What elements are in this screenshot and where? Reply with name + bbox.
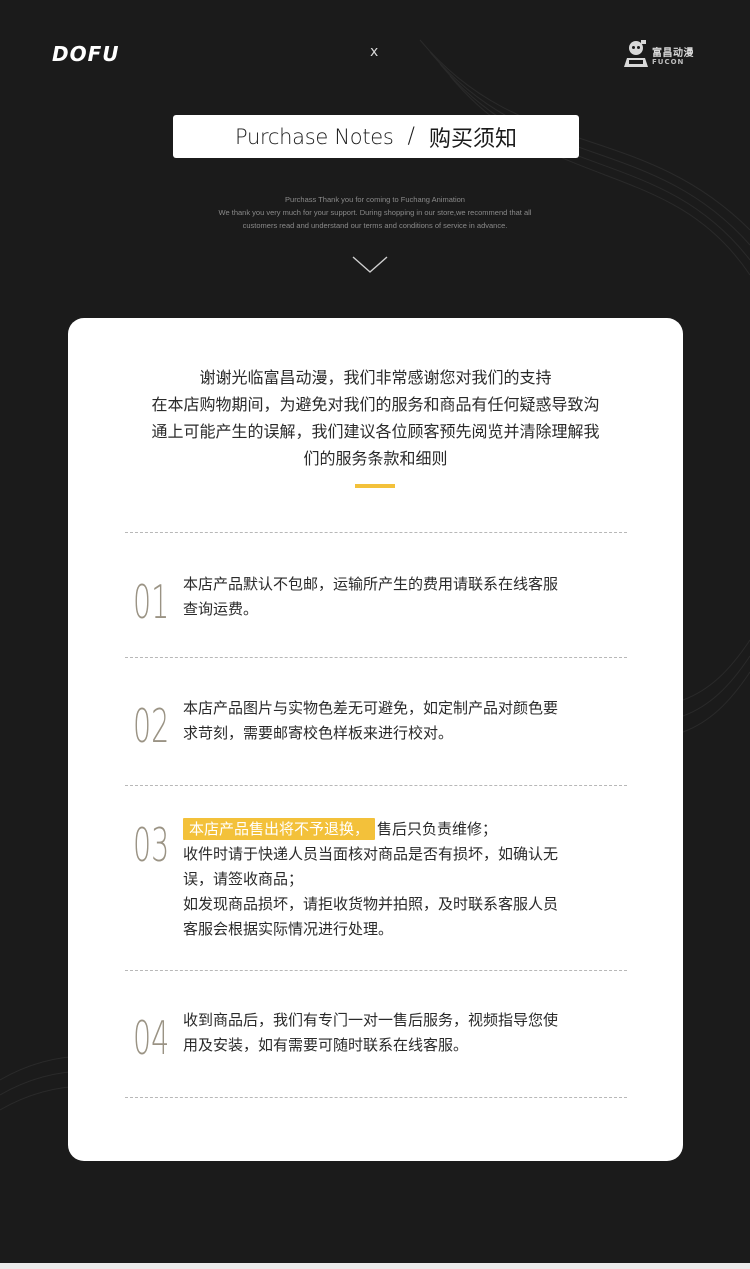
note-03-first-rest: 售后只负责维修； — [377, 820, 498, 838]
note-item-02: 02 本店产品图片与实物色差无可避免，如定制产品对颜色要 求苛刻，需要邮寄校色样… — [125, 696, 627, 766]
accent-divider — [355, 484, 395, 488]
number-04-label: 04 — [133, 1014, 169, 1058]
note-04-line-2: 用及安装，如有需要可随时联系在线客服。 — [183, 1036, 469, 1054]
note-03-line-2: 收件时请于快递人员当面核对商品是否有损坏，如确认无 — [183, 845, 559, 863]
no-return-highlight: 本店产品售出将不予退换， — [183, 818, 376, 840]
dashed-divider — [125, 532, 627, 533]
dofu-logo: DOFU — [52, 42, 120, 66]
notes-card: 谢谢光临富昌动漫，我们非常感谢您对我们的支持 在本店购物期间，为避免对我们的服务… — [68, 318, 683, 1161]
note-item-04: 04 收到商品后，我们有专门一对一售后服务，视频指导您使 用及安装，如有需要可随… — [125, 1008, 627, 1078]
note-03-line-3: 误，请签收商品； — [183, 870, 304, 888]
note-01-line-2: 查询运费。 — [183, 600, 259, 618]
intro-line-4: 们的服务条款和细则 — [303, 449, 448, 468]
number-04-text: 04 — [133, 1014, 169, 1058]
note-03-line-5: 客服会根据实际情况进行处理。 — [183, 920, 394, 938]
note-item-01: 01 本店产品默认不包邮，运输所产生的费用请联系在线客服 查询运费。 — [125, 572, 627, 642]
intro-line-1: 谢谢光临富昌动漫，我们非常感谢您对我们的支持 — [199, 368, 552, 387]
subtext-line-3: customers read and understand our terms … — [242, 221, 508, 230]
page-title: Purchase Notes / 购买须知 — [173, 115, 579, 158]
title-english: Purchase Notes — [235, 124, 394, 149]
note-02-line-2: 求苛刻，需要邮寄校色样板来进行校对。 — [183, 724, 454, 742]
welcome-subtext: Purchass Thank you for coming to Fuchang… — [150, 193, 600, 232]
number-01-text: 01 — [133, 578, 169, 622]
bottom-strip — [0, 1263, 750, 1269]
title-slash: / — [407, 124, 415, 149]
note-text-01: 本店产品默认不包邮，运输所产生的费用请联系在线客服 查询运费。 — [183, 572, 623, 622]
note-item-03: 03 本店产品售出将不予退换， 售后只负责维修； 收件时请于快递人员当面核对商品是… — [125, 817, 627, 947]
intro-paragraph: 谢谢光临富昌动漫，我们非常感谢您对我们的支持 在本店购物期间，为避免对我们的服务… — [68, 364, 683, 472]
subtext-line-2: We thank you very much for your support.… — [218, 208, 532, 217]
fucon-logo: 富昌动漫 FUCON — [624, 38, 704, 74]
title-chinese: 购买须知 — [428, 126, 517, 152]
note-03-line-first: 本店产品售出将不予退换， 售后只负责维修； — [183, 817, 623, 842]
dashed-divider — [125, 970, 627, 971]
dashed-divider — [125, 1097, 627, 1098]
fucon-logo-english: FUCON — [652, 58, 685, 66]
note-text-03: 本店产品售出将不予退换， 售后只负责维修； 收件时请于快递人员当面核对商品是否有损… — [183, 817, 623, 942]
brand-separator: x — [370, 44, 379, 60]
note-02-line-1: 本店产品图片与实物色差无可避免，如定制产品对颜色要 — [183, 699, 559, 717]
number-02-label: 02 — [133, 702, 169, 746]
chevron-down-icon — [352, 256, 388, 273]
number-03-label: 03 — [133, 821, 169, 865]
note-text-04: 收到商品后，我们有专门一对一售后服务，视频指导您使 用及安装，如有需要可随时联系… — [183, 1008, 623, 1058]
dashed-divider — [125, 657, 627, 658]
dashed-divider — [125, 785, 627, 786]
note-01-line-1: 本店产品默认不包邮，运输所产生的费用请联系在线客服 — [183, 575, 559, 593]
intro-line-2: 在本店购物期间，为避免对我们的服务和商品有任何疑惑导致沟 — [151, 395, 600, 414]
note-03-line-4: 如发现商品损坏，请拒收货物并拍照，及时联系客服人员 — [183, 895, 559, 913]
mascot-icon — [624, 40, 648, 67]
header-bar: DOFU x 富昌动漫 FUCON — [0, 0, 750, 110]
note-04-line-1: 收到商品后，我们有专门一对一售后服务，视频指导您使 — [183, 1011, 559, 1029]
note-text-02: 本店产品图片与实物色差无可避免，如定制产品对颜色要 求苛刻，需要邮寄校色样板来进… — [183, 696, 623, 746]
number-03-text: 03 — [133, 821, 169, 865]
number-02-text: 02 — [133, 702, 169, 746]
fucon-logo-chinese: 富昌动漫 — [652, 48, 694, 59]
intro-line-3: 通上可能产生的误解，我们建议各位顾客预先阅览并清除理解我 — [151, 422, 600, 441]
subtext-line-1: Purchass Thank you for coming to Fuchang… — [285, 195, 465, 204]
number-01-label: 01 — [133, 578, 169, 622]
